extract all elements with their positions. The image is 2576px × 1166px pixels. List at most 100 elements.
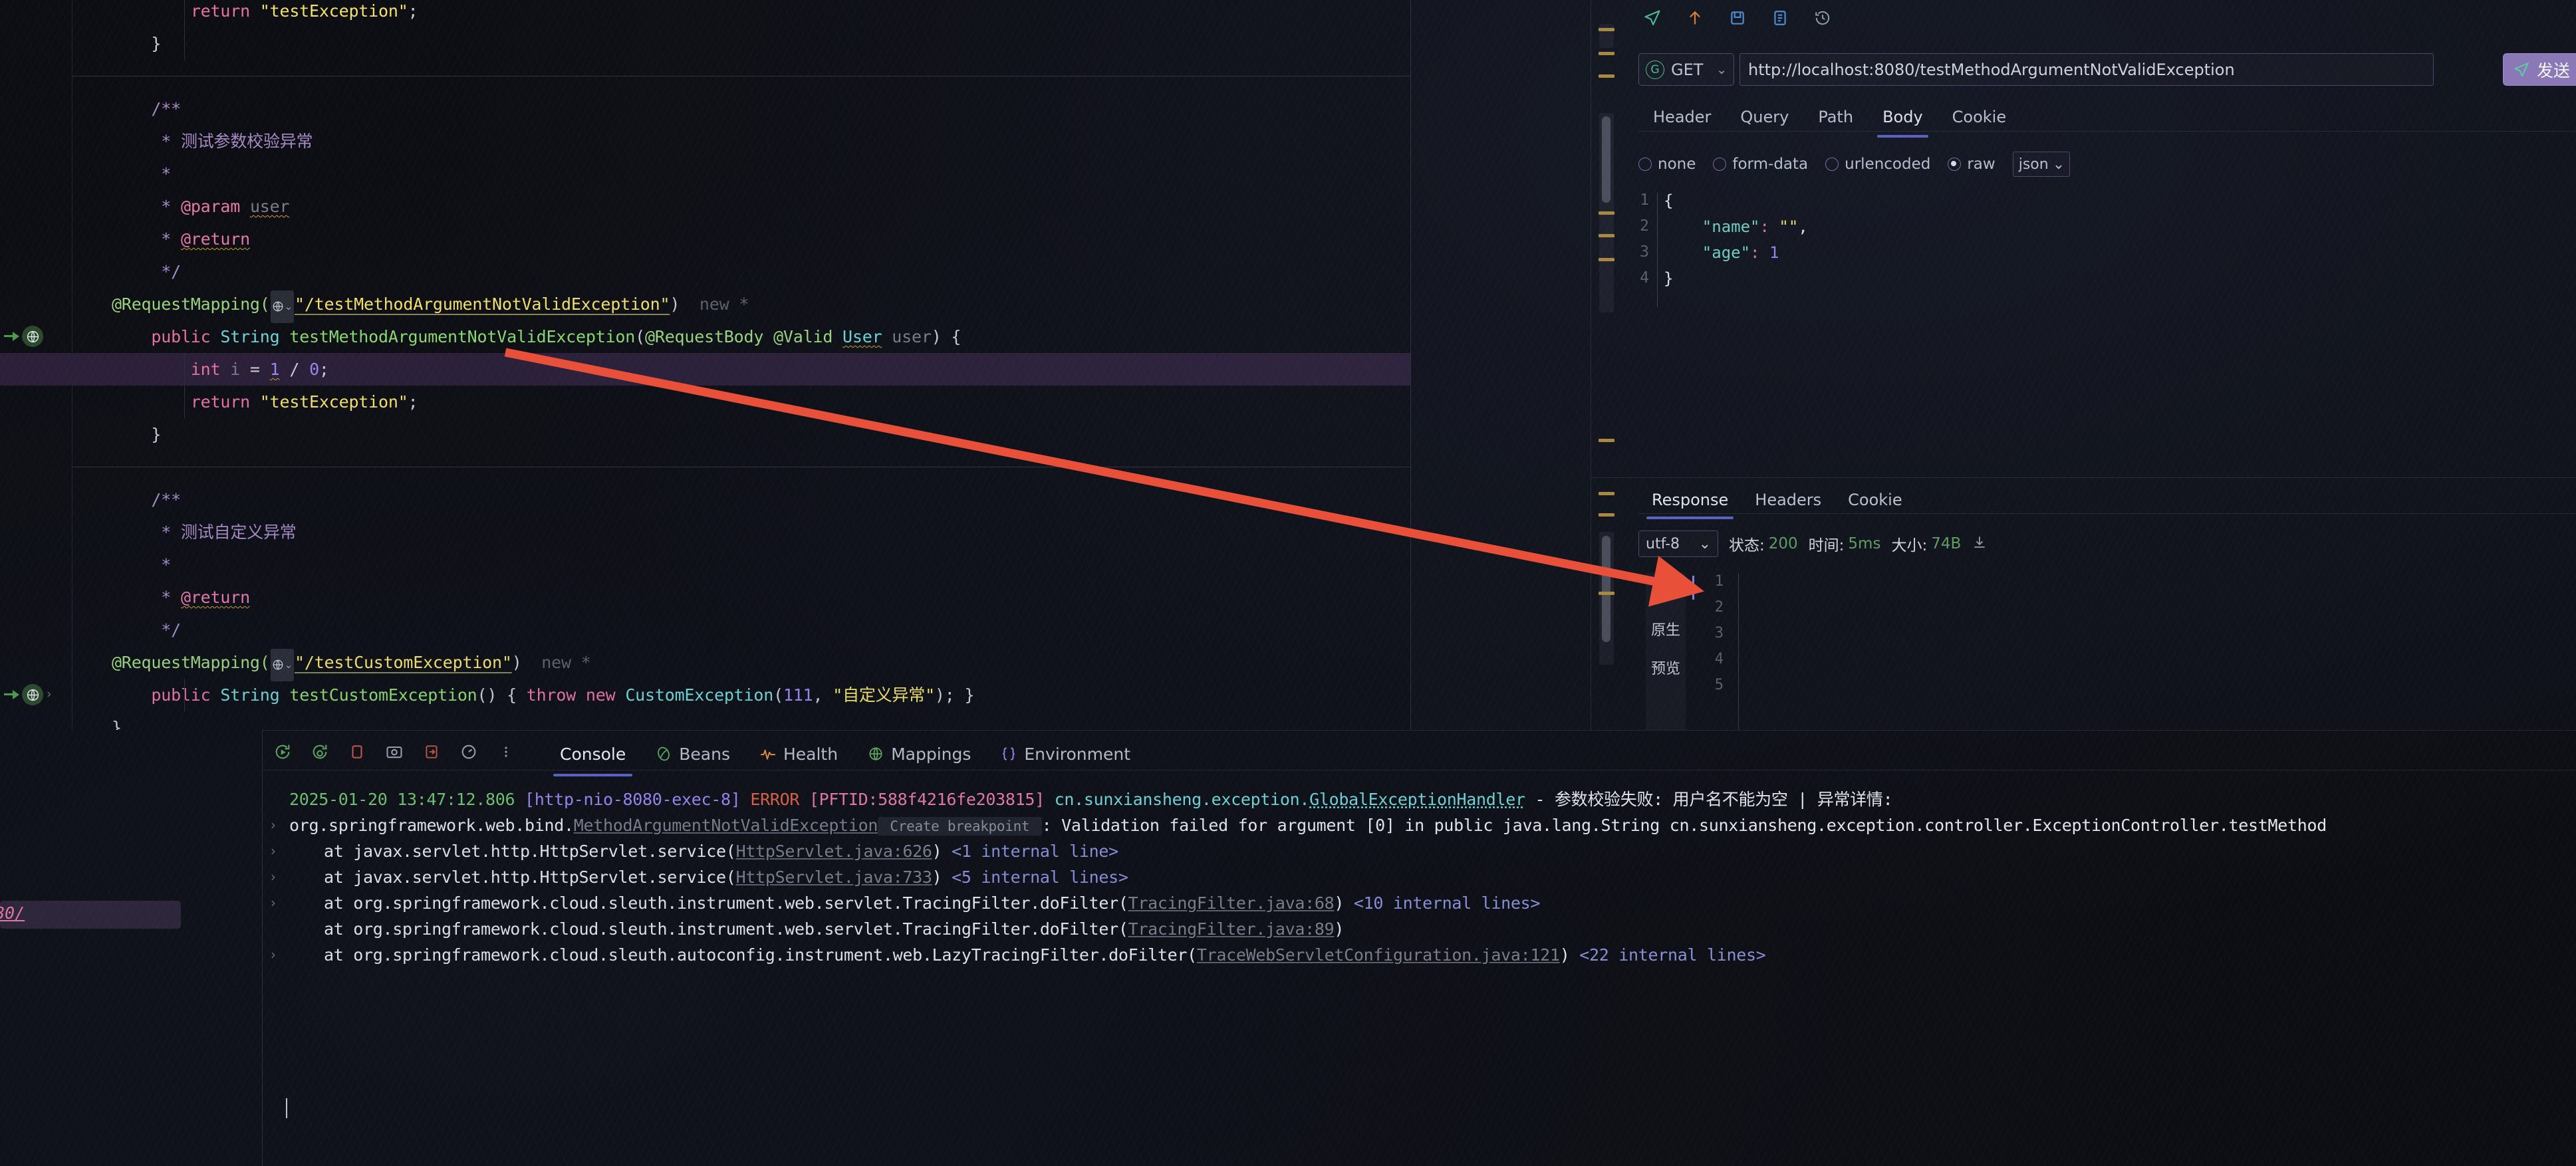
- http-toolbar[interactable]: [1642, 8, 1833, 28]
- body-type-radios[interactable]: none form-data urlencoded raw json ⌄: [1638, 152, 2070, 177]
- chevron-down-icon-encoding[interactable]: ⌄: [1699, 536, 1711, 552]
- raw-format-select[interactable]: json ⌄: [2012, 152, 2070, 177]
- chevron-right-icon[interactable]: ›: [47, 688, 52, 701]
- radio-icon[interactable]: [1713, 158, 1727, 171]
- code-line[interactable]: *: [72, 158, 1411, 190]
- code-line[interactable]: */: [72, 614, 1411, 646]
- console-tab-mappings[interactable]: Mappings: [852, 739, 985, 768]
- code-editor[interactable]: › return "testException"; } /** * 测试参数校验…: [0, 0, 1411, 730]
- view-mode-0[interactable]: 美化: [1646, 573, 1686, 612]
- code-line[interactable]: *: [72, 548, 1411, 581]
- tab-path[interactable]: Path: [1803, 103, 1868, 131]
- log-line[interactable]: › at org.springframework.cloud.sleuth.aut…: [263, 939, 2576, 971]
- http-method-select[interactable]: G GET ⌄: [1638, 53, 1734, 86]
- code-line[interactable]: return "testException";: [72, 386, 1411, 418]
- marker-9[interactable]: [1599, 513, 1614, 517]
- doc-icon[interactable]: [1770, 8, 1790, 28]
- radio-icon[interactable]: [1638, 158, 1652, 171]
- console-tab-health[interactable]: Health: [745, 739, 852, 768]
- code-line[interactable]: * @return: [72, 581, 1411, 614]
- mapping-path[interactable]: "/testMethodArgumentNotValidException": [295, 294, 670, 314]
- code-line[interactable]: * @return: [72, 223, 1411, 255]
- view-mode-2[interactable]: 预览: [1646, 650, 1686, 689]
- tab-body[interactable]: Body: [1868, 103, 1938, 138]
- code-line[interactable]: * @param user: [72, 190, 1411, 223]
- code-line[interactable]: * 测试自定义异常: [72, 516, 1411, 548]
- request-body-line[interactable]: "age": 1: [1664, 243, 1779, 262]
- radio-icon[interactable]: [1825, 158, 1839, 171]
- marker-7[interactable]: [1599, 439, 1614, 442]
- body-type-none[interactable]: none: [1638, 156, 1696, 173]
- console-toolbar[interactable]: [273, 742, 516, 762]
- code-line[interactable]: */: [72, 255, 1411, 288]
- web-endpoint-icon[interactable]: [22, 326, 43, 347]
- scroll-thumb-response[interactable]: [1602, 536, 1610, 642]
- body-type-form-data[interactable]: form-data: [1713, 156, 1808, 173]
- profiler-icon[interactable]: [459, 742, 479, 762]
- marker-2[interactable]: [1599, 52, 1614, 55]
- marker-8[interactable]: [1599, 492, 1614, 495]
- code-line[interactable]: @RequestMapping(⌄ "/testMethodArgumentNot…: [72, 288, 1411, 323]
- console-tab-environment[interactable]: Environment: [985, 739, 1145, 768]
- chevron-down-icon-format[interactable]: ⌄: [2053, 156, 2065, 173]
- request-body-line[interactable]: "name": "",: [1664, 217, 1808, 236]
- code-line[interactable]: public String testCustomException() { th…: [72, 679, 1411, 711]
- run-arrow-icon[interactable]: [4, 687, 21, 702]
- console-tab-console[interactable]: Console: [545, 739, 640, 776]
- response-body-viewer[interactable]: { "success": false, "code": 400, "messag…: [1692, 573, 2570, 730]
- tab-query[interactable]: Query: [1726, 103, 1803, 131]
- console-tab-beans[interactable]: Beans: [640, 739, 745, 768]
- send-button[interactable]: 发送: [2503, 53, 2576, 86]
- body-type-urlencoded[interactable]: urlencoded: [1825, 156, 1930, 173]
- code-line[interactable]: }: [72, 27, 1411, 60]
- mapping-globe-icon[interactable]: ⌄: [270, 290, 294, 323]
- mapping-globe-icon[interactable]: ⌄: [270, 648, 294, 681]
- body-type-raw[interactable]: raw: [1948, 156, 1996, 173]
- request-body-line[interactable]: }: [1664, 269, 1673, 288]
- rerun-icon[interactable]: [273, 742, 293, 762]
- marker-5[interactable]: [1599, 234, 1614, 237]
- save-icon[interactable]: [1728, 8, 1747, 28]
- marker-3[interactable]: [1599, 74, 1614, 78]
- radio-icon[interactable]: [1948, 158, 1962, 171]
- send-icon[interactable]: [1642, 8, 1662, 28]
- stop-icon[interactable]: [347, 742, 367, 762]
- download-icon[interactable]: [1972, 534, 1988, 553]
- request-tabs[interactable]: Header Query Path Body Cookie: [1638, 103, 2021, 138]
- code-line[interactable]: /**: [72, 483, 1411, 516]
- console-tabs[interactable]: Console Beans Health Mappings Environment: [545, 739, 1145, 776]
- marker-6[interactable]: [1599, 258, 1614, 261]
- mapping-path[interactable]: "/testCustomException": [295, 653, 512, 672]
- response-tab-cookie[interactable]: Cookie: [1835, 487, 1915, 513]
- code-line[interactable]: /**: [72, 92, 1411, 125]
- code-line[interactable]: * 测试参数校验异常: [72, 125, 1411, 158]
- request-url-row[interactable]: G GET ⌄ http://localhost:8080/testMethod…: [1638, 53, 2434, 86]
- history-icon[interactable]: [1813, 8, 1833, 28]
- gutter-run-marker[interactable]: ›: [0, 679, 72, 711]
- scroll-thumb-request[interactable]: [1602, 116, 1610, 203]
- console-log-output[interactable]: 2025-01-20 13:47:12.806 [http-nio-8080-e…: [263, 783, 2576, 1166]
- code-line[interactable]: int i = 1 / 0;: [72, 353, 1411, 386]
- request-body-line[interactable]: {: [1664, 191, 1673, 210]
- code-line[interactable]: }: [72, 711, 1411, 730]
- marker-1[interactable]: [1599, 28, 1614, 31]
- code-line[interactable]: return "testException";: [72, 0, 1411, 27]
- response-tab-headers[interactable]: Headers: [1741, 487, 1835, 513]
- export-icon[interactable]: [1685, 8, 1705, 28]
- gutter-run-marker[interactable]: [0, 320, 72, 353]
- response-view-modes[interactable]: 美化 原生 预览: [1646, 573, 1686, 730]
- rerun-debug-icon[interactable]: [310, 742, 330, 762]
- url-input[interactable]: http://localhost:8080/testMethodArgument…: [1739, 53, 2434, 86]
- code-line[interactable]: }: [72, 418, 1411, 451]
- response-tabs[interactable]: Response Headers Cookie: [1638, 487, 1916, 519]
- more-icon[interactable]: [496, 742, 516, 762]
- response-tab-response[interactable]: Response: [1638, 487, 1741, 519]
- web-endpoint-icon[interactable]: [22, 684, 43, 705]
- request-body-editor[interactable]: 1 {2 "name": "", 3 "age": 1 4}: [1622, 191, 2576, 443]
- run-arrow-icon[interactable]: [4, 329, 21, 344]
- editor-code-area[interactable]: return "testException"; } /** * 测试参数校验异常…: [72, 0, 1411, 730]
- code-line[interactable]: @RequestMapping(⌄ "/testCustomException")…: [72, 646, 1411, 681]
- fold-toggle-icon[interactable]: ›: [271, 939, 276, 971]
- tab-header[interactable]: Header: [1638, 103, 1726, 131]
- encoding-select[interactable]: utf-8 ⌄: [1638, 530, 1718, 557]
